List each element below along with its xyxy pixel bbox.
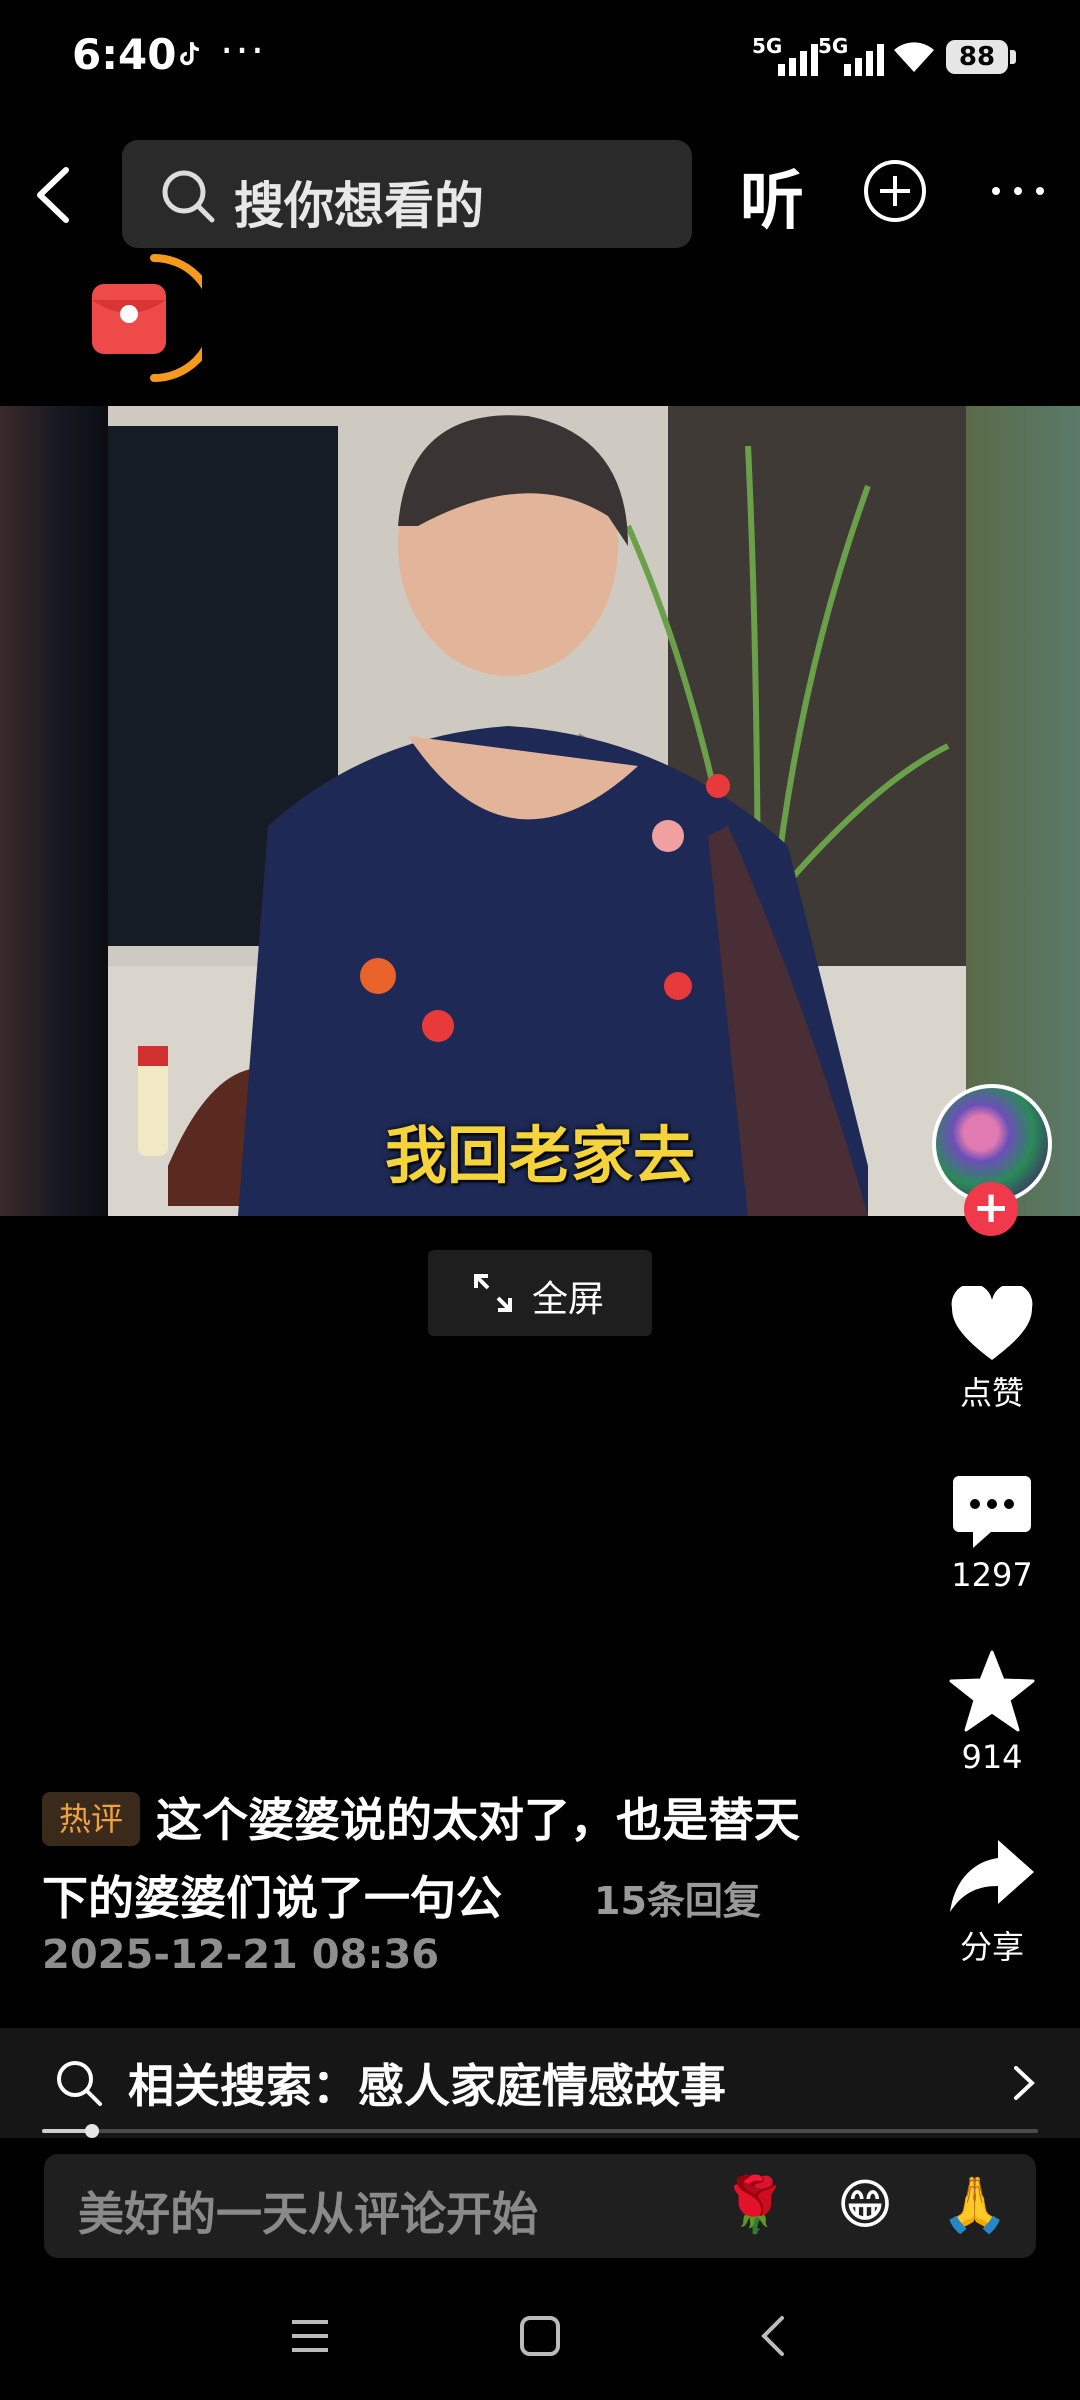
follow-plus-button[interactable]: + [964, 1182, 1018, 1236]
heart-icon [951, 1286, 1033, 1360]
grin-emoji-button[interactable]: 😁 [830, 2170, 900, 2240]
tiktok-icon [180, 42, 200, 66]
more-options-icon[interactable] [986, 158, 1050, 224]
like-label: 点赞 [959, 1374, 1024, 1412]
hot-comment-line-1[interactable]: 这个婆婆说的太对了，也是替天 [156, 1784, 800, 1850]
home-icon[interactable] [518, 2314, 562, 2358]
hot-comment-line-2[interactable]: 下的婆婆们说了一句公 [42, 1862, 502, 1928]
favorite-button[interactable]: 914 [930, 1650, 1054, 1776]
star-icon [949, 1650, 1035, 1732]
share-button[interactable]: 分享 [930, 1836, 1054, 1968]
fullscreen-button[interactable]: 全屏 [428, 1250, 652, 1336]
wifi-icon [894, 42, 934, 72]
listen-button[interactable]: 听 [740, 150, 804, 242]
add-circle-icon[interactable] [862, 158, 928, 224]
share-arrow-icon [950, 1840, 1034, 1912]
hot-comment-tag: 热评 [42, 1792, 140, 1846]
battery-tip [1010, 50, 1016, 64]
comment-placeholder: 美好的一天从评论开始 [78, 2187, 538, 2241]
search-bar[interactable]: 搜你想看的 [122, 140, 692, 248]
back-nav-icon[interactable] [752, 2314, 796, 2358]
clock: 6:40 [72, 30, 177, 79]
comment-button[interactable]: 1297 [930, 1474, 1054, 1594]
pray-emoji-button[interactable]: 🙏 [940, 2170, 1010, 2240]
related-search-bar[interactable]: 相关搜索：感人家庭情感故事 [0, 2028, 1080, 2138]
notification-dots: ··· [220, 26, 267, 75]
chevron-right-icon [1014, 2066, 1035, 2100]
search-placeholder: 搜你想看的 [234, 177, 484, 235]
related-search-text: 相关搜索：感人家庭情感故事 [128, 2059, 726, 2113]
video-progress-knob[interactable] [84, 2124, 99, 2138]
video-frame-illustration [108, 406, 966, 1216]
status-bar: 6:40 ··· 5G 5G 88 [0, 0, 1080, 120]
favorite-count: 914 [961, 1738, 1023, 1776]
system-nav-bar [0, 2280, 1080, 2400]
menu-icon[interactable] [288, 2314, 332, 2358]
expand-icon [474, 1274, 512, 1312]
comment-timestamp: 2025-12-21 08:36 [42, 1932, 440, 1978]
signal-5g-icon-2: 5G [818, 34, 888, 76]
battery-indicator: 88 [946, 40, 1008, 74]
red-packet-icon[interactable] [84, 250, 202, 386]
fullscreen-label: 全屏 [532, 1279, 605, 1320]
like-button[interactable]: 点赞 [930, 1286, 1054, 1414]
signal-5g-icon: 5G [752, 34, 822, 76]
search-icon [162, 170, 215, 223]
share-label: 分享 [959, 1928, 1024, 1966]
video-subtitle: 我回老家去 [384, 1119, 695, 1192]
reply-count-link[interactable]: 15条回复 [594, 1870, 761, 1925]
rose-emoji-button[interactable]: 🌹 [720, 2170, 790, 2240]
comment-bubble-icon [953, 1476, 1031, 1548]
back-arrow-icon[interactable] [26, 160, 86, 230]
comment-count: 1297 [951, 1556, 1033, 1594]
video-progress-track[interactable] [42, 2129, 1038, 2133]
search-icon [57, 2061, 102, 2106]
video-player[interactable] [108, 406, 966, 1216]
comment-input[interactable]: 美好的一天从评论开始 🌹 😁 🙏 [44, 2154, 1036, 2258]
